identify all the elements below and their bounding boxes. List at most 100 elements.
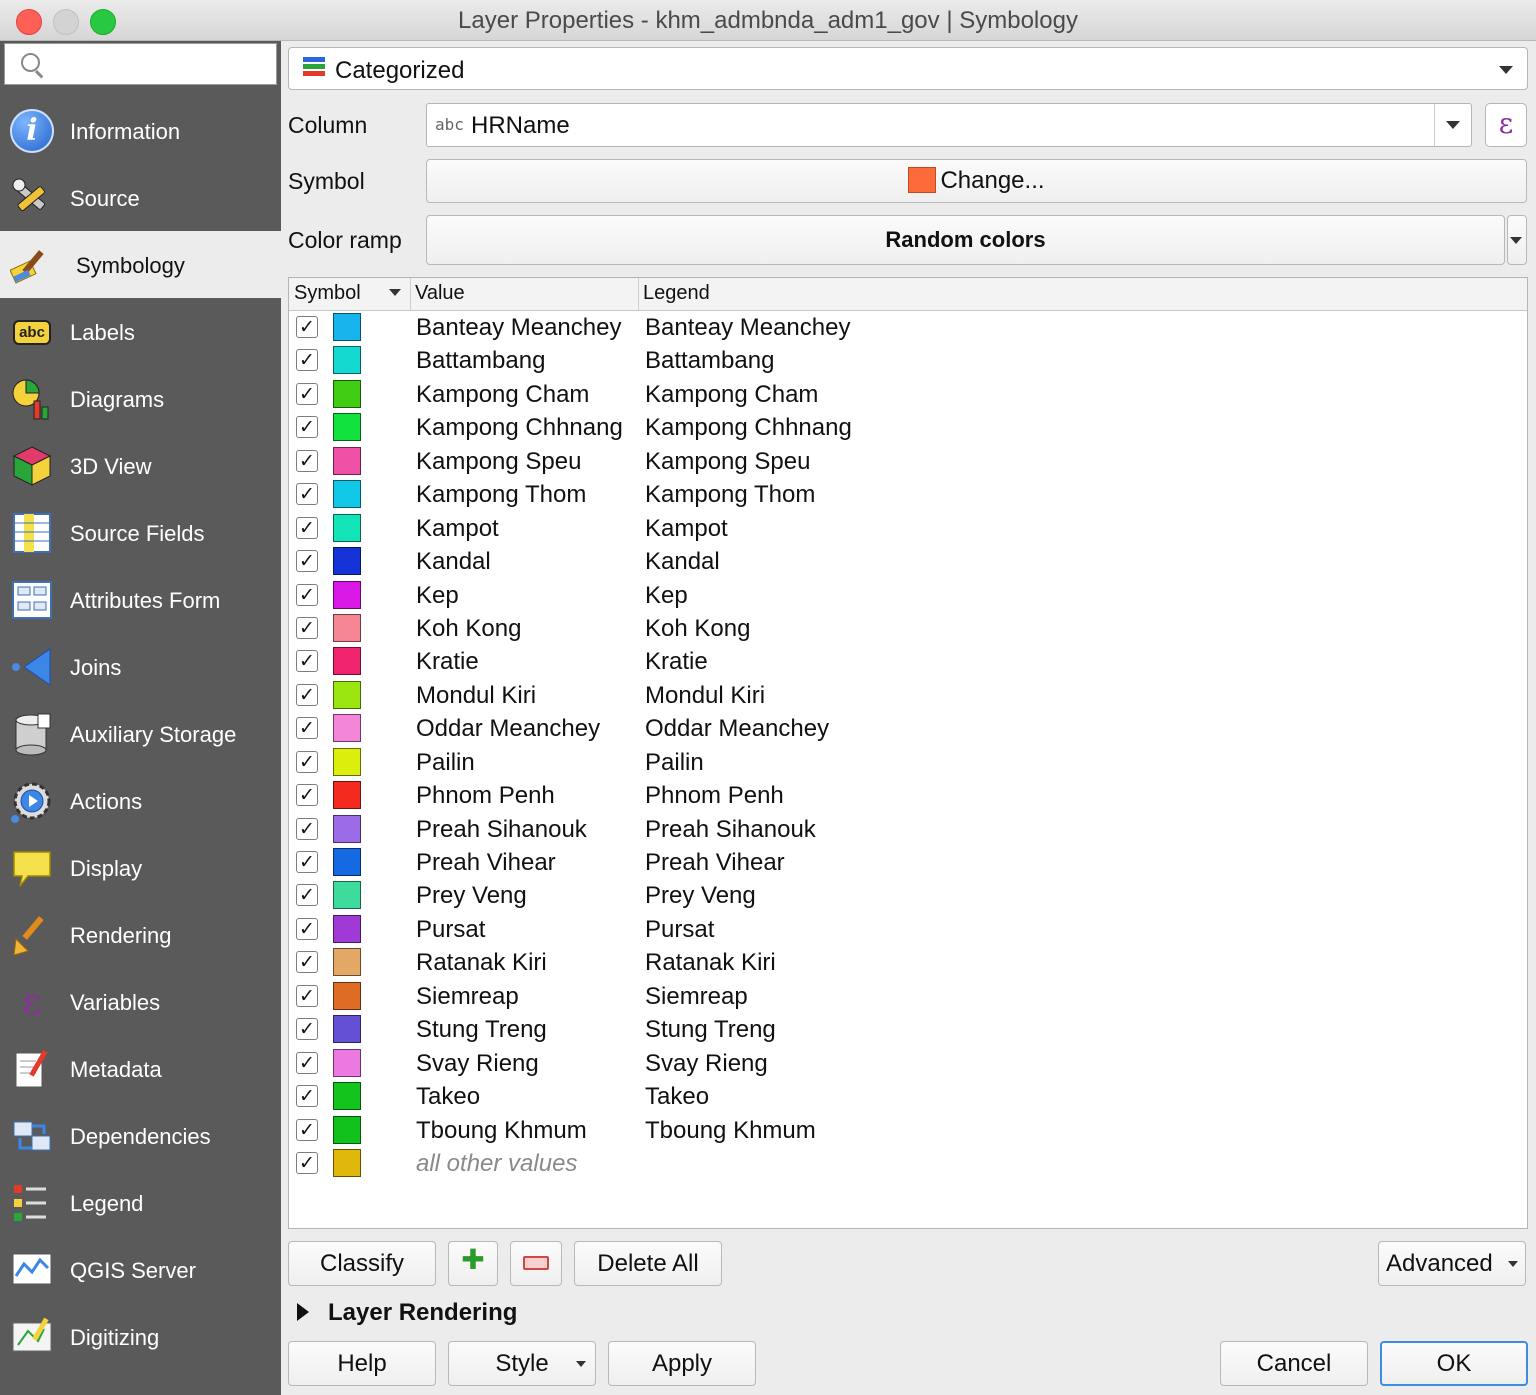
category-row[interactable]: ✓ Prey Veng Prey Veng xyxy=(289,879,1527,912)
expression-epsilon-button[interactable]: ɛ xyxy=(1485,103,1527,147)
category-checkbox[interactable]: ✓ xyxy=(296,717,318,740)
category-color-swatch[interactable] xyxy=(333,848,361,876)
sidebar-item-diagrams[interactable]: Diagrams xyxy=(0,365,281,432)
category-row[interactable]: ✓ Kampong Speu Kampong Speu xyxy=(289,445,1527,478)
category-row[interactable]: ✓ Battambang Battambang xyxy=(289,344,1527,377)
category-row[interactable]: ✓ Kampong Thom Kampong Thom xyxy=(289,478,1527,511)
category-color-swatch[interactable] xyxy=(333,714,361,743)
category-checkbox[interactable]: ✓ xyxy=(296,349,318,372)
renderer-type-select[interactable]: Categorized xyxy=(288,47,1528,90)
sidebar-item-display[interactable]: Display xyxy=(0,834,281,901)
sidebar-item-metadata[interactable]: Metadata xyxy=(0,1035,281,1102)
search-box[interactable] xyxy=(4,43,277,85)
category-row[interactable]: ✓ Svay Rieng Svay Rieng xyxy=(289,1047,1527,1080)
sidebar-item-rendering[interactable]: Rendering xyxy=(0,901,281,968)
category-row[interactable]: ✓ Kandal Kandal xyxy=(289,545,1527,578)
category-color-swatch[interactable] xyxy=(333,781,361,810)
sidebar-item-information[interactable]: i Information xyxy=(0,97,281,164)
category-color-swatch[interactable] xyxy=(333,1115,361,1144)
category-checkbox[interactable]: ✓ xyxy=(296,1018,318,1041)
category-row[interactable]: ✓ Koh Kong Koh Kong xyxy=(289,612,1527,645)
category-checkbox[interactable]: ✓ xyxy=(296,817,318,840)
category-checkbox[interactable]: ✓ xyxy=(296,750,318,773)
category-row[interactable]: ✓ Ratanak Kiri Ratanak Kiri xyxy=(289,946,1527,979)
category-color-swatch[interactable] xyxy=(333,379,361,408)
category-checkbox[interactable]: ✓ xyxy=(296,449,318,472)
category-checkbox[interactable]: ✓ xyxy=(296,851,318,873)
category-row[interactable]: ✓ Siemreap Siemreap xyxy=(289,980,1527,1013)
category-row[interactable]: ✓ Kep Kep xyxy=(289,579,1527,612)
category-checkbox[interactable]: ✓ xyxy=(296,1085,318,1108)
category-row[interactable]: ✓ Preah Vihear Preah Vihear xyxy=(289,846,1527,879)
category-color-swatch[interactable] xyxy=(333,814,361,843)
category-color-swatch[interactable] xyxy=(333,981,361,1010)
sidebar-item-actions[interactable]: Actions xyxy=(0,767,281,834)
category-row[interactable]: ✓ Kampong Chhnang Kampong Chhnang xyxy=(289,411,1527,444)
category-row[interactable]: ✓ Mondul Kiri Mondul Kiri xyxy=(289,679,1527,712)
category-checkbox[interactable]: ✓ xyxy=(296,683,318,706)
category-row[interactable]: ✓ Kampong Cham Kampong Cham xyxy=(289,378,1527,411)
category-color-swatch[interactable] xyxy=(333,1148,361,1177)
sidebar-item-labels[interactable]: abc Labels xyxy=(0,298,281,365)
delete-all-button[interactable]: Delete All xyxy=(574,1241,722,1286)
header-symbol[interactable]: Symbol xyxy=(294,282,361,305)
expand-triangle-icon[interactable] xyxy=(297,1303,309,1321)
color-ramp-menu-button[interactable] xyxy=(1507,215,1527,265)
category-checkbox[interactable]: ✓ xyxy=(296,416,318,439)
category-color-swatch[interactable] xyxy=(333,613,361,642)
category-color-swatch[interactable] xyxy=(333,647,361,676)
category-checkbox[interactable]: ✓ xyxy=(296,650,318,673)
sidebar-item-joins[interactable]: Joins xyxy=(0,633,281,700)
category-color-swatch[interactable] xyxy=(333,580,361,609)
classify-button[interactable]: Classify xyxy=(288,1241,436,1286)
category-checkbox[interactable]: ✓ xyxy=(296,483,318,506)
category-checkbox[interactable]: ✓ xyxy=(296,316,318,338)
sidebar-item-attributes-form[interactable]: Attributes Form xyxy=(0,566,281,633)
category-row[interactable]: ✓ all other values xyxy=(289,1147,1527,1180)
ok-button[interactable]: OK xyxy=(1380,1341,1528,1386)
header-legend[interactable]: Legend xyxy=(643,282,710,305)
category-row[interactable]: ✓ Preah Sihanouk Preah Sihanouk xyxy=(289,813,1527,846)
layer-rendering-section[interactable]: Layer Rendering xyxy=(328,1299,517,1327)
help-button[interactable]: Help xyxy=(288,1341,436,1386)
category-checkbox[interactable]: ✓ xyxy=(296,1051,318,1074)
category-color-swatch[interactable] xyxy=(333,1015,361,1044)
category-checkbox[interactable]: ✓ xyxy=(296,616,318,639)
category-color-swatch[interactable] xyxy=(333,881,361,910)
search-input[interactable] xyxy=(49,50,273,80)
category-color-swatch[interactable] xyxy=(333,313,361,341)
category-color-swatch[interactable] xyxy=(333,480,361,509)
sidebar-item-auxiliary-storage[interactable]: Auxiliary Storage xyxy=(0,700,281,767)
apply-button[interactable]: Apply xyxy=(608,1341,756,1386)
category-checkbox[interactable]: ✓ xyxy=(296,784,318,807)
category-row[interactable]: ✓ Pursat Pursat xyxy=(289,913,1527,946)
sidebar-item-digitizing[interactable]: Digitizing xyxy=(0,1303,281,1370)
category-checkbox[interactable]: ✓ xyxy=(296,917,318,940)
category-row[interactable]: ✓ Oddar Meanchey Oddar Meanchey xyxy=(289,712,1527,745)
style-menu-button[interactable]: Style xyxy=(448,1341,596,1386)
category-checkbox[interactable]: ✓ xyxy=(296,984,318,1007)
category-row[interactable]: ✓ Tboung Khmum Tboung Khmum xyxy=(289,1114,1527,1147)
category-row[interactable]: ✓ Takeo Takeo xyxy=(289,1080,1527,1113)
category-color-swatch[interactable] xyxy=(333,914,361,943)
category-color-swatch[interactable] xyxy=(333,1082,361,1111)
category-checkbox[interactable]: ✓ xyxy=(296,550,318,573)
category-color-swatch[interactable] xyxy=(333,547,361,576)
advanced-menu-button[interactable]: Advanced xyxy=(1378,1241,1526,1286)
remove-category-button[interactable] xyxy=(510,1241,562,1286)
add-category-button[interactable]: ✚ xyxy=(448,1241,498,1286)
category-row[interactable]: ✓ Pailin Pailin xyxy=(289,746,1527,779)
change-symbol-button[interactable]: Change... xyxy=(426,159,1527,203)
category-checkbox[interactable]: ✓ xyxy=(296,951,318,974)
category-checkbox[interactable]: ✓ xyxy=(296,1151,318,1174)
sidebar-item-qgis-server[interactable]: QGIS Server xyxy=(0,1236,281,1303)
sidebar-item-3d-view[interactable]: 3D View xyxy=(0,432,281,499)
category-row[interactable]: ✓ Kratie Kratie xyxy=(289,645,1527,678)
sidebar-item-dependencies[interactable]: Dependencies xyxy=(0,1102,281,1169)
category-color-swatch[interactable] xyxy=(333,680,361,709)
category-checkbox[interactable]: ✓ xyxy=(296,1118,318,1141)
sidebar-item-source[interactable]: Source xyxy=(0,164,281,231)
column-select[interactable]: abc HRName xyxy=(426,103,1472,147)
category-checkbox[interactable]: ✓ xyxy=(296,884,318,907)
category-color-swatch[interactable] xyxy=(333,446,361,475)
